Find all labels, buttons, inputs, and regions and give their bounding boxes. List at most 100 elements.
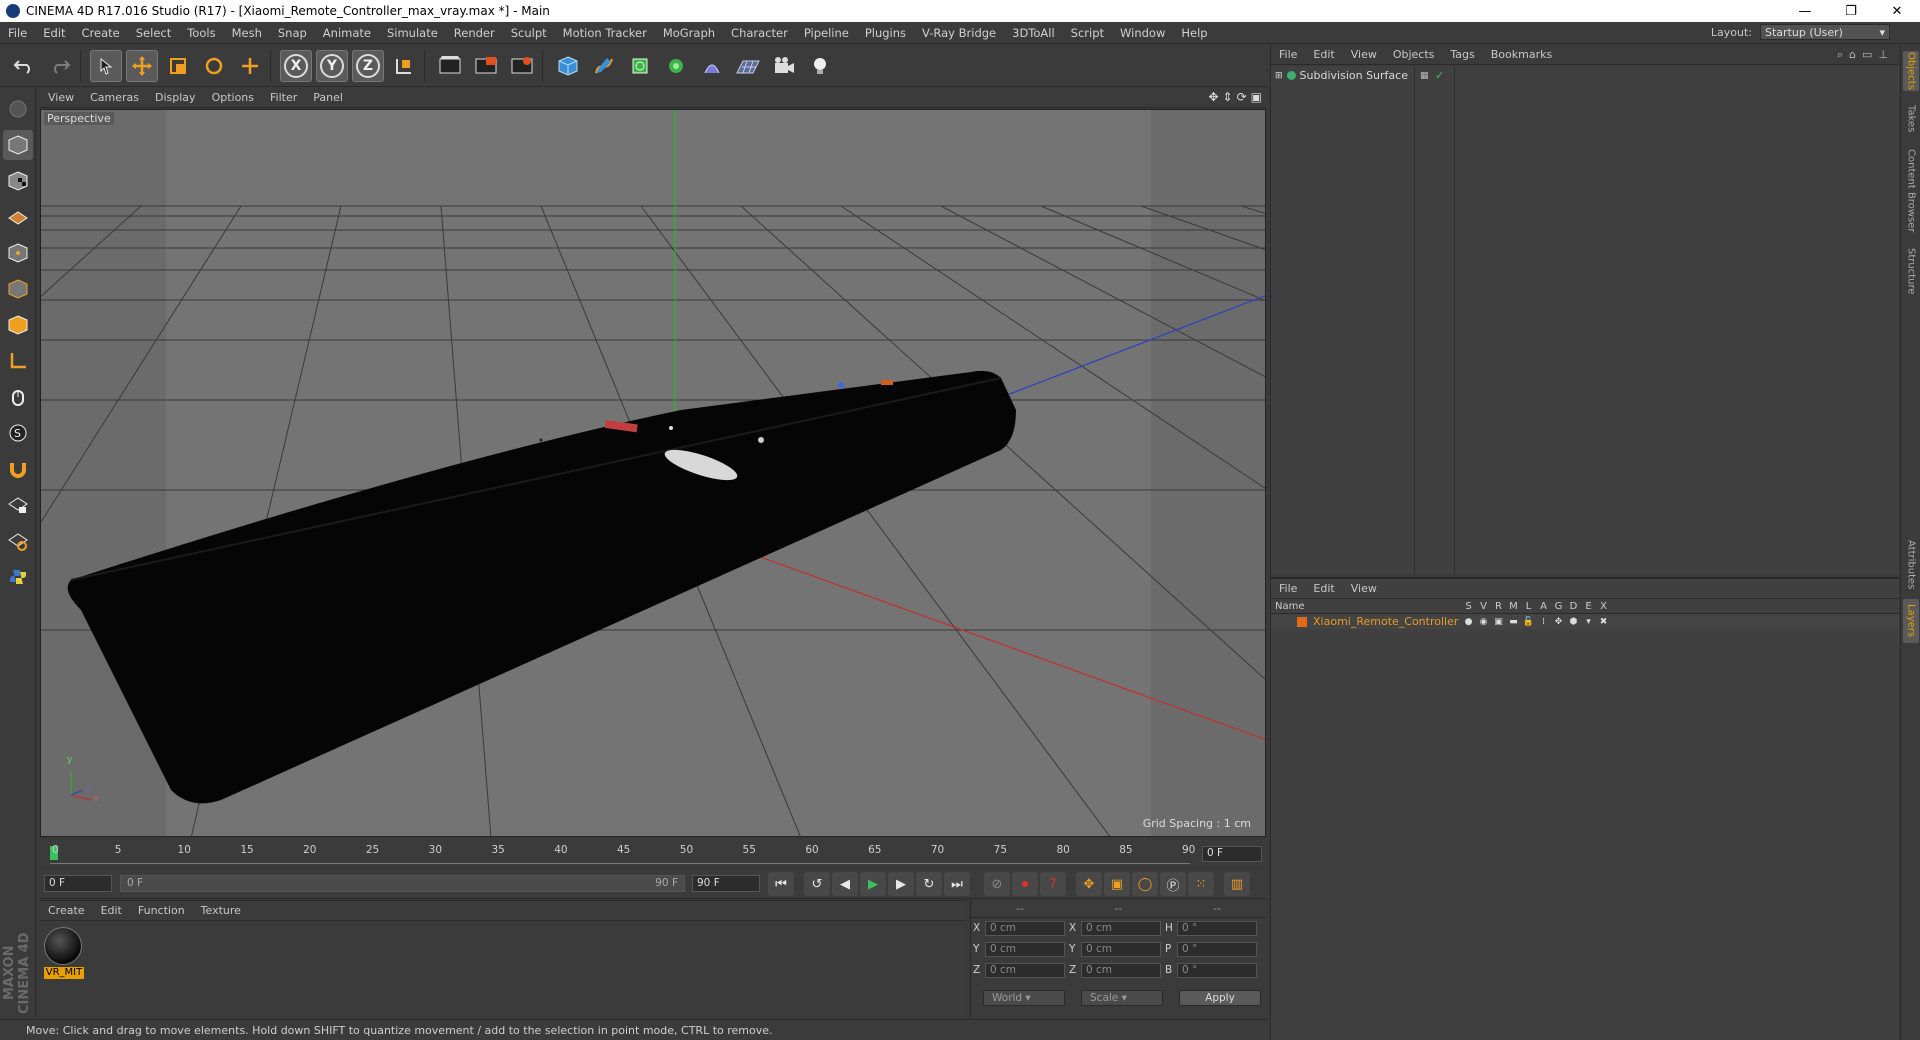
perspective-viewport[interactable]: Perspective y x z Grid Spacing : 1 cm — [40, 109, 1266, 837]
coordinate-system-dropdown[interactable]: World ▾ — [983, 990, 1065, 1006]
go-to-start-icon[interactable]: ⏮ — [768, 872, 794, 896]
y-axis-lock-button[interactable]: Y — [316, 49, 348, 82]
menu-file[interactable]: File — [0, 26, 35, 40]
position-x-field[interactable]: 0 cm — [985, 920, 1065, 936]
layer-column-v[interactable]: V — [1476, 601, 1491, 612]
deformer-button[interactable] — [696, 50, 728, 82]
expressions-toggle-icon[interactable]: ▾ — [1581, 617, 1596, 627]
menu-select[interactable]: Select — [128, 26, 179, 40]
viewport-menu-view[interactable]: View — [40, 91, 82, 104]
previous-frame-icon[interactable]: ◀ — [832, 872, 858, 896]
subdivision-surface-button[interactable] — [624, 50, 656, 82]
menu-window[interactable]: Window — [1112, 26, 1173, 40]
generators-toggle-icon[interactable]: ✥ — [1551, 617, 1566, 627]
material-menu-texture[interactable]: Texture — [193, 904, 249, 917]
select-tool-button[interactable] — [90, 49, 122, 82]
camera-button[interactable] — [768, 50, 800, 82]
pan-icon[interactable]: ✥ — [1208, 90, 1218, 104]
menu-tools[interactable]: Tools — [179, 26, 223, 40]
key-scale-icon[interactable]: ▣ — [1104, 872, 1130, 896]
menu-create[interactable]: Create — [74, 26, 128, 40]
menu-3dtoall[interactable]: 3DToAll — [1004, 26, 1063, 40]
layer-color-swatch[interactable] — [1297, 616, 1307, 627]
tab-structure[interactable]: Structure — [1903, 243, 1919, 299]
key-parameter-icon[interactable]: Ⓟ — [1160, 872, 1186, 896]
tab-objects[interactable]: Objects — [1903, 51, 1919, 91]
layer-column-m[interactable]: M — [1506, 601, 1521, 612]
workplane-rotate-button[interactable] — [3, 526, 33, 556]
spline-pen-button[interactable] — [588, 50, 620, 82]
tab-attributes[interactable]: Attributes — [1903, 535, 1919, 595]
key-pla-icon[interactable]: ⁙ — [1188, 872, 1214, 896]
object-menu-tags[interactable]: Tags — [1442, 48, 1482, 61]
position-z-field[interactable]: 0 cm — [985, 962, 1065, 978]
layer-column-l[interactable]: L — [1521, 601, 1536, 612]
layer-column-e[interactable]: E — [1581, 601, 1596, 612]
solo-toggle-icon[interactable]: ● — [1461, 617, 1476, 627]
polygons-mode-button[interactable] — [3, 310, 33, 340]
redo-button[interactable] — [44, 50, 76, 82]
viewport-menu-options[interactable]: Options — [204, 91, 262, 104]
menu-animate[interactable]: Animate — [315, 26, 379, 40]
render-toggle-icon[interactable]: ▣ — [1491, 617, 1506, 627]
floor-button[interactable] — [732, 50, 764, 82]
cloner-button[interactable] — [660, 50, 692, 82]
magnet-icon[interactable] — [3, 454, 33, 484]
snap-button[interactable]: S — [3, 418, 33, 448]
visibility-icon[interactable]: ▦ — [1420, 71, 1429, 81]
record-active-icon[interactable]: ⏺ — [1012, 872, 1038, 896]
layer-column-x[interactable]: X — [1596, 601, 1611, 612]
menu-mesh[interactable]: Mesh — [224, 26, 270, 40]
object-menu-edit[interactable]: Edit — [1305, 48, 1342, 61]
layer-menu-file[interactable]: File — [1271, 582, 1305, 595]
layer-column-a[interactable]: A — [1536, 601, 1551, 612]
object-menu-view[interactable]: View — [1343, 48, 1385, 61]
layer-column-g[interactable]: G — [1551, 601, 1566, 612]
menu-edit[interactable]: Edit — [35, 26, 73, 40]
material-menu-edit[interactable]: Edit — [93, 904, 130, 917]
layer-column-r[interactable]: R — [1491, 601, 1506, 612]
timeline-ruler[interactable]: 0 5 10 15 20 25 30 35 40 45 50 55 60 65 70 75 80 85 90 0 F — [40, 840, 1266, 866]
object-menu-file[interactable]: File — [1271, 48, 1305, 61]
edges-mode-button[interactable] — [3, 274, 33, 304]
new-view-icon[interactable]: ▭ — [1862, 48, 1872, 62]
rotation-b-field[interactable]: 0 ° — [1177, 962, 1257, 978]
move-tool-button[interactable] — [126, 49, 158, 82]
motion-path-icon[interactable]: ⊘ — [984, 872, 1010, 896]
xref-toggle-icon[interactable]: ✖ — [1596, 617, 1611, 627]
key-position-icon[interactable]: ✥ — [1076, 872, 1102, 896]
autokey-icon[interactable]: ? — [1040, 872, 1066, 896]
z-axis-lock-button[interactable]: Z — [352, 49, 384, 82]
home-icon[interactable]: ⌂ — [1849, 48, 1856, 62]
previous-key-icon[interactable]: ↺ — [804, 872, 830, 896]
close-button[interactable]: ✕ — [1874, 0, 1920, 22]
axis-mode-button[interactable] — [3, 346, 33, 376]
material-swatch[interactable]: VR_MIT — [44, 927, 84, 983]
menu-motion-tracker[interactable]: Motion Tracker — [555, 26, 655, 40]
coordinate-system-button[interactable] — [388, 50, 420, 82]
maximize-viewport-icon[interactable]: ▣ — [1251, 90, 1262, 104]
menu-v-ray-bridge[interactable]: V-Ray Bridge — [914, 26, 1004, 40]
size-x-field[interactable]: 0 cm — [1081, 920, 1161, 936]
layer-menu-view[interactable]: View — [1343, 582, 1385, 595]
maximize-button[interactable]: ❐ — [1828, 0, 1874, 22]
play-icon[interactable]: ▶ — [860, 872, 886, 896]
tab-layers[interactable]: Layers — [1903, 599, 1919, 643]
position-y-field[interactable]: 0 cm — [985, 941, 1065, 957]
viewport-menu-cameras[interactable]: Cameras — [82, 91, 147, 104]
start-frame-field[interactable]: 0 F — [44, 875, 112, 892]
key-rotation-icon[interactable]: ◯ — [1132, 872, 1158, 896]
menu-character[interactable]: Character — [723, 26, 796, 40]
menu-sculpt[interactable]: Sculpt — [503, 26, 555, 40]
layer-column-s[interactable]: S — [1461, 601, 1476, 612]
menu-plugins[interactable]: Plugins — [857, 26, 914, 40]
render-view-button[interactable] — [434, 50, 466, 82]
undo-button[interactable] — [8, 50, 40, 82]
object-menu-objects[interactable]: Objects — [1385, 48, 1443, 61]
size-z-field[interactable]: 0 cm — [1081, 962, 1161, 978]
points-mode-button[interactable] — [3, 238, 33, 268]
timeline-window-icon[interactable]: ▥ — [1224, 872, 1250, 896]
menu-snap[interactable]: Snap — [270, 26, 315, 40]
layer-menu-edit[interactable]: Edit — [1305, 582, 1342, 595]
size-y-field[interactable]: 0 cm — [1081, 941, 1161, 957]
